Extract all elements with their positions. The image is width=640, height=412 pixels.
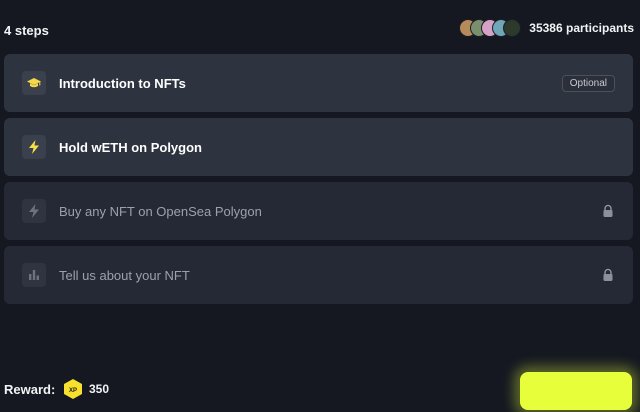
lock-icon bbox=[603, 204, 613, 217]
avatar bbox=[503, 19, 522, 37]
steps-count: 4 steps bbox=[4, 23, 49, 38]
task-tell-us-about-nft: Tell us about your NFT bbox=[4, 246, 633, 304]
task-introduction-to-nfts[interactable]: Introduction to NFTs Optional bbox=[4, 54, 633, 112]
task-hold-weth[interactable]: Hold wETH on Polygon bbox=[4, 118, 633, 176]
participant-avatars bbox=[459, 19, 522, 37]
claim-button[interactable] bbox=[520, 372, 632, 410]
reward-label: Reward: bbox=[4, 382, 56, 397]
xp-badge-icon: XP bbox=[64, 379, 82, 399]
optional-badge: Optional bbox=[561, 74, 615, 92]
lock-icon bbox=[603, 268, 613, 281]
lightning-icon bbox=[22, 135, 46, 159]
task-title: Tell us about your NFT bbox=[59, 267, 190, 283]
lightning-icon bbox=[22, 199, 46, 223]
task-list: Introduction to NFTs Optional Hold wETH … bbox=[4, 54, 633, 310]
task-title: Hold wETH on Polygon bbox=[59, 139, 202, 155]
reward-footer: Reward: XP 350 bbox=[0, 372, 640, 412]
xp-badge-text: XP bbox=[69, 388, 77, 394]
task-title: Buy any NFT on OpenSea Polygon bbox=[59, 203, 262, 219]
participants-summary[interactable]: 35386 participants bbox=[459, 19, 634, 37]
task-buy-nft: Buy any NFT on OpenSea Polygon bbox=[4, 182, 633, 240]
graduation-cap-icon bbox=[22, 71, 46, 95]
task-title: Introduction to NFTs bbox=[59, 75, 186, 91]
xp-value: 350 bbox=[89, 382, 110, 396]
steps-header: 4 steps 35386 participants bbox=[0, 0, 640, 54]
quest-steps-panel: 4 steps 35386 participants Introduction … bbox=[0, 0, 640, 412]
bar-chart-icon bbox=[22, 263, 46, 287]
participants-count: 35386 participants bbox=[529, 21, 634, 35]
